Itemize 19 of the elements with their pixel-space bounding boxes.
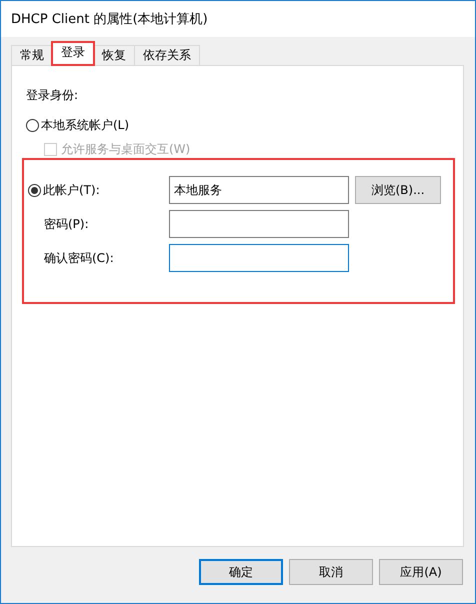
input-field[interactable]: 本地服务	[169, 176, 349, 204]
tab[interactable]: 常规	[11, 45, 53, 65]
radio-button[interactable]	[26, 118, 39, 132]
field-label: 密码(P):	[44, 217, 89, 231]
dialog-button[interactable]: 确定	[199, 559, 283, 585]
dialog-button[interactable]: 应用(A)	[379, 559, 463, 585]
section-label: 登录身份:	[26, 88, 78, 102]
browse-button[interactable]: 浏览(B)...	[355, 176, 441, 204]
radio-label: 此帐户(T):	[43, 182, 100, 199]
radio-button[interactable]	[28, 184, 41, 196]
tab[interactable]: 登录	[52, 42, 94, 65]
password-field[interactable]	[169, 210, 349, 238]
radio-label: 本地系统帐户(L)	[41, 117, 130, 134]
window-title: DHCP Client 的属性(本地计算机)	[11, 12, 208, 27]
checkbox-label: 允许服务与桌面交互(W)	[61, 141, 190, 158]
password-field[interactable]	[169, 244, 349, 272]
field-label: 确认密码(C):	[44, 251, 114, 265]
tab[interactable]: 依存关系	[134, 45, 200, 65]
dialog-button[interactable]: 取消	[289, 559, 373, 585]
